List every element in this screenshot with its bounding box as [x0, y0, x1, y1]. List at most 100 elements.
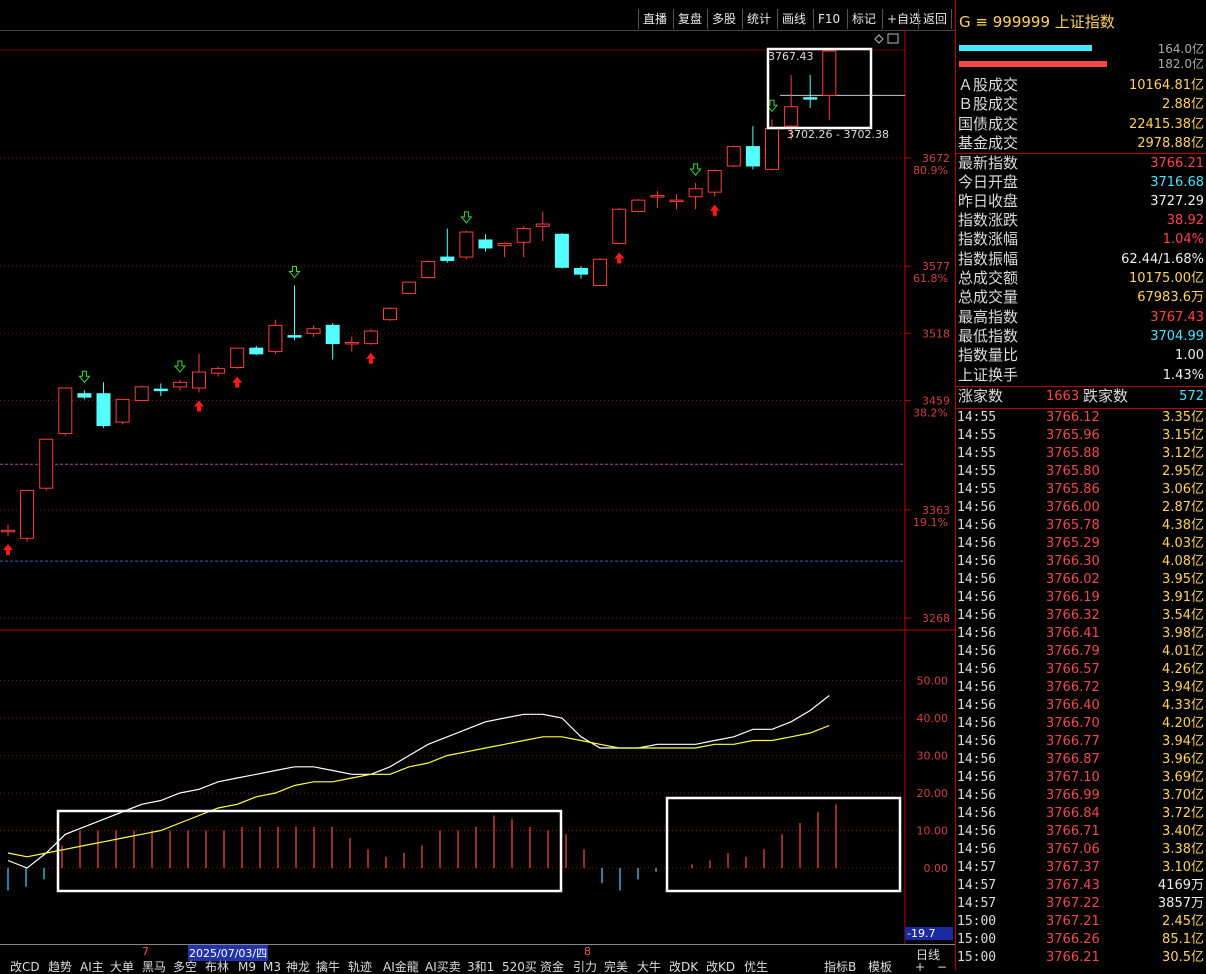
- indicator-tab-22[interactable]: 优生: [744, 961, 768, 973]
- tick-time: 14:56: [957, 536, 997, 551]
- tick-price: 3766.12: [1046, 410, 1100, 425]
- candle-body: [172, 381, 187, 388]
- tick-volume: 3.15亿: [1162, 428, 1204, 443]
- tick-volume: 3.12亿: [1162, 446, 1204, 461]
- indicator-tab-21[interactable]: 改KD: [706, 961, 735, 973]
- indicator-line-1: [7, 695, 830, 869]
- tick-time: 14:56: [957, 626, 997, 641]
- indicator-tab-13[interactable]: AI买卖: [425, 961, 461, 973]
- stats-button[interactable]: 统计: [742, 9, 775, 29]
- tick-row: 14:55 3765.96 3.15亿: [956, 427, 1206, 445]
- multi-stock-button[interactable]: 多股: [707, 9, 740, 29]
- stat-label: Ｂ股成交: [958, 95, 1019, 114]
- candle-body: [153, 388, 168, 392]
- add-tab-icon[interactable]: +: [915, 961, 925, 973]
- tick-row: 14:57 3767.37 3.10亿: [956, 859, 1206, 877]
- tick-volume: 85.1亿: [1162, 932, 1204, 947]
- indicator-tab-11[interactable]: 轨迹: [348, 961, 372, 973]
- indicator-tab-17[interactable]: 引力: [573, 961, 597, 973]
- indicator-tab-4[interactable]: 黑马: [142, 961, 166, 973]
- tick-time: 14:56: [957, 824, 997, 839]
- tick-row: 14:56 3766.00 2.87亿: [956, 499, 1206, 517]
- live-button[interactable]: 直播: [638, 9, 671, 29]
- tick-price: 3766.30: [1046, 554, 1100, 569]
- stat-label: 国债成交: [958, 114, 1019, 133]
- candle-body: [593, 258, 608, 287]
- tick-row: 15:00 3766.26 85.1亿: [956, 931, 1206, 949]
- tick-time: 14:56: [957, 770, 997, 785]
- tick-price: 3765.78: [1046, 518, 1100, 533]
- tick-time: 14:56: [957, 644, 997, 659]
- window-icon[interactable]: [887, 33, 899, 44]
- indicator-tab-7[interactable]: M9: [238, 961, 256, 973]
- sell-arrow-icon: [173, 360, 186, 373]
- fall-value: 572: [1179, 389, 1204, 404]
- indicator-tab-1[interactable]: 趋势: [48, 961, 72, 973]
- tick-price: 3766.70: [1046, 716, 1100, 731]
- tick-price: 3766.19: [1046, 590, 1100, 605]
- indicator-tab-18[interactable]: 完美: [604, 961, 628, 973]
- indicator-tab-6[interactable]: 布林: [205, 961, 229, 973]
- quote-panel: G ≡ 999999 上证指数 164.0亿 182.0亿 Ａ股成交 10164.…: [955, 0, 1206, 970]
- candle-body: [211, 368, 226, 374]
- tick-volume: 3.72亿: [1162, 806, 1204, 821]
- indicator-tab-15[interactable]: 520买: [502, 961, 537, 973]
- f10-button[interactable]: F10: [813, 9, 844, 29]
- sell-arrow-icon: [288, 266, 301, 279]
- indicator-tab-9[interactable]: 神龙: [286, 961, 310, 973]
- tick-price: 3766.32: [1046, 608, 1100, 623]
- indicator-tab-2[interactable]: AI主: [80, 961, 104, 973]
- buy-arrow-icon: [365, 352, 376, 364]
- candle-body: [421, 261, 436, 279]
- diamond-icon[interactable]: [874, 34, 884, 44]
- stat-row: 总成交量 67983.6万: [956, 288, 1206, 307]
- sell-arrow-icon: [78, 370, 91, 384]
- mark-button[interactable]: 标记: [847, 9, 880, 29]
- sell-volume-bar: [959, 61, 1107, 67]
- indicator-tab-19[interactable]: 大牛: [637, 961, 661, 973]
- indicator-tab-3[interactable]: 大单: [110, 961, 134, 973]
- tick-time: 14:56: [957, 662, 997, 677]
- template-tab[interactable]: 模板: [868, 961, 892, 973]
- indicator-tab-5[interactable]: 多空: [173, 961, 197, 973]
- indicator-tab-16[interactable]: 资金: [540, 961, 564, 973]
- date-label: 2025/07/03/四: [188, 945, 269, 961]
- buy-arrow-icon: [194, 400, 204, 412]
- indicator-tick-label: 0.00: [924, 862, 949, 875]
- tick-volume: 3.70亿: [1162, 788, 1204, 803]
- buy-arrow-icon: [614, 252, 625, 264]
- indicator-tab-10[interactable]: 擒牛: [316, 961, 340, 973]
- tick-time: 14:57: [957, 896, 997, 911]
- candle-body: [306, 328, 321, 334]
- range-label: 3702.26 - 3702.38: [787, 128, 889, 141]
- candle-body: [459, 231, 474, 258]
- tick-volume: 3.06亿: [1162, 482, 1204, 497]
- indicator-b-tab[interactable]: 指标B: [824, 961, 856, 973]
- tick-price: 3766.21: [1046, 950, 1100, 965]
- bottom-date-strip: 7 2025/07/03/四 8 日线: [0, 945, 955, 962]
- tick-time: 14:56: [957, 590, 997, 605]
- review-button[interactable]: 复盘: [673, 9, 706, 29]
- stat-value: 67983.6万: [1137, 290, 1204, 306]
- indicator-tab-12[interactable]: AI金龍: [383, 961, 419, 973]
- price-tick-label: 3268: [922, 612, 950, 625]
- sell-arrow-icon: [689, 163, 702, 176]
- minus-tab-icon[interactable]: −: [937, 961, 947, 973]
- indicator-tab-8[interactable]: M3: [263, 961, 281, 973]
- indicator-line-2: [7, 724, 830, 858]
- pct-tick-label: 80.9%: [913, 164, 948, 177]
- draw-line-button[interactable]: 画线: [777, 9, 810, 29]
- indicator-tab-20[interactable]: 改DK: [669, 961, 698, 973]
- highlight-box-right: [665, 796, 902, 893]
- indicator-tab-0[interactable]: 改CD: [10, 961, 40, 973]
- kline-chart-area[interactable]: 36723577351834593363326880.9%61.8%38.2%1…: [0, 30, 955, 944]
- back-button[interactable]: 返回: [918, 9, 953, 29]
- tick-price: 3765.29: [1046, 536, 1100, 551]
- tick-price: 3766.72: [1046, 680, 1100, 695]
- tick-volume: 3857万: [1157, 896, 1204, 911]
- fall-label: 跌家数: [1083, 387, 1129, 405]
- indicator-tab-14[interactable]: 3和1: [467, 961, 494, 973]
- tick-row: 14:56 3766.71 3.40亿: [956, 823, 1206, 841]
- stat-value: 22415.38亿: [1128, 116, 1204, 132]
- candle-body: [268, 324, 283, 353]
